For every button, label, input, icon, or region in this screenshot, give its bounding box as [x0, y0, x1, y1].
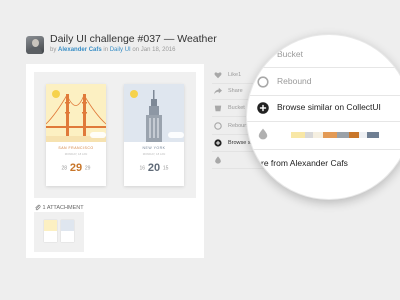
temperature-row: 28 29 29	[46, 162, 106, 174]
attachment-card-sky	[61, 220, 74, 231]
bucket-label: Bucket	[228, 105, 245, 111]
city-name: NEW YORK	[142, 146, 166, 150]
like-label: Like1	[228, 72, 242, 78]
mag-color-palette-row	[247, 123, 400, 147]
weather-date: MONDAY, 18 JAN	[142, 152, 166, 156]
divider	[247, 149, 400, 150]
color-swatch[interactable]	[349, 132, 359, 138]
avatar-face	[32, 39, 39, 47]
mag-more-from-row[interactable]: re from Alexander Cafs	[247, 153, 400, 177]
temp-high: 29	[84, 165, 91, 172]
temp-low: 16	[139, 165, 146, 172]
temp-high: 15	[162, 165, 169, 172]
color-swatch[interactable]	[305, 132, 313, 138]
shot-date: Jan 18, 2016	[140, 47, 176, 53]
attachments-header: 1 ATTACHMENT	[34, 204, 84, 211]
mag-browse-similar-label: Browse similar on CollectUI	[277, 102, 381, 112]
mag-bucket-label: Bucket	[277, 49, 303, 59]
attachment-thumbnail[interactable]	[34, 212, 84, 252]
drop-icon	[258, 128, 268, 140]
avatar-shoulders	[28, 47, 42, 54]
mag-more-from-label: re from Alexander Cafs	[261, 158, 348, 168]
paperclip-icon	[35, 204, 41, 211]
temp-low: 28	[61, 165, 68, 172]
temp-current: 29	[69, 162, 83, 174]
author-link[interactable]: Alexander Cafs	[58, 47, 102, 53]
plus-circle-icon	[257, 102, 269, 114]
weather-date: MONDAY, 18 JAN	[64, 152, 88, 156]
temp-current: 20	[147, 162, 161, 174]
mag-browse-similar-row[interactable]: Browse similar on CollectUI	[247, 97, 400, 121]
color-swatch[interactable]	[337, 132, 349, 138]
rebound-icon	[257, 76, 269, 88]
attachment-card-preview	[61, 220, 74, 242]
temperature-row: 16 20 15	[124, 162, 184, 174]
shot-image[interactable]: SAN FRANCISCO MONDAY, 18 JAN 28 29 29 NE…	[34, 72, 196, 198]
color-swatch[interactable]	[323, 132, 337, 138]
color-swatch[interactable]	[313, 132, 323, 138]
attachment-card-sky	[44, 220, 57, 231]
cloud-icon	[90, 132, 106, 138]
color-swatch[interactable]	[291, 132, 305, 138]
in-label: in	[103, 47, 109, 53]
plus-circle-icon	[214, 139, 222, 147]
by-label: by	[50, 47, 57, 53]
magnifier-lens: Bucket Rebound Browse similar on Collect…	[246, 34, 400, 200]
drop-icon	[215, 156, 221, 164]
shot-page: Daily UI challenge #037 — Weather by Ale…	[0, 0, 400, 300]
mag-rebound-label: Rebound	[277, 76, 312, 86]
shot-card: SAN FRANCISCO MONDAY, 18 JAN 28 29 29 NE…	[26, 64, 204, 258]
color-swatch[interactable]	[359, 132, 367, 138]
cloud-icon	[168, 132, 184, 138]
byline: by Alexander Cafs in Daily UI on Jan 18,…	[50, 47, 175, 53]
share-icon	[214, 87, 222, 95]
divider	[247, 95, 400, 96]
mag-bucket-row[interactable]: Bucket	[247, 43, 400, 67]
shot-title: Daily UI challenge #037 — Weather	[50, 33, 217, 45]
divider	[247, 121, 400, 122]
mag-rebound-row[interactable]: Rebound	[247, 71, 400, 95]
bucket-icon	[214, 105, 222, 112]
share-label: Share	[228, 88, 243, 94]
attachments-label: 1 ATTACHMENT	[42, 204, 84, 211]
city-name: SAN FRANCISCO	[58, 146, 94, 150]
heart-icon	[214, 72, 222, 79]
rebound-icon	[214, 122, 222, 130]
attachment-card-preview	[44, 220, 57, 242]
avatar[interactable]	[26, 36, 44, 54]
divider	[247, 67, 400, 68]
color-swatch[interactable]	[367, 132, 379, 138]
team-link[interactable]: Daily UI	[110, 47, 131, 53]
weather-illustration	[124, 84, 184, 142]
weather-card-san-francisco: SAN FRANCISCO MONDAY, 18 JAN 28 29 29	[46, 84, 106, 186]
weather-illustration	[46, 84, 106, 142]
weather-card-new-york: NEW YORK MONDAY, 18 JAN 16 20 15	[124, 84, 184, 186]
on-label: on	[132, 47, 140, 53]
